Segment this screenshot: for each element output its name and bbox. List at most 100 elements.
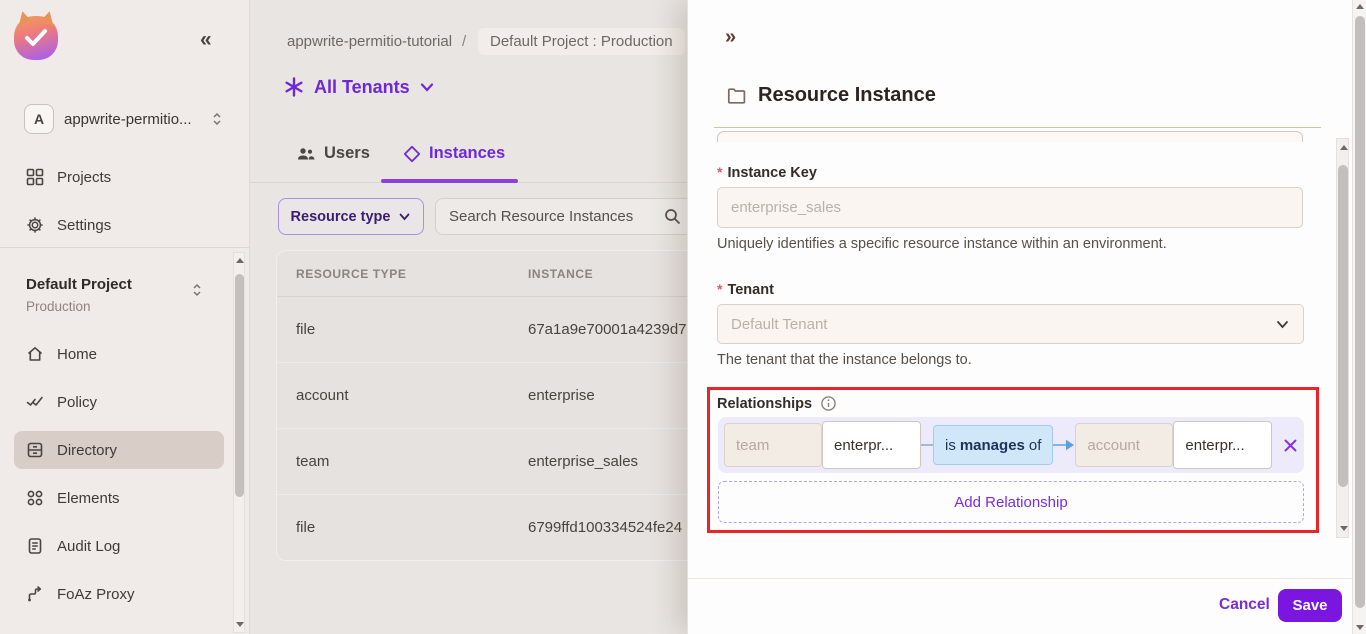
cell-resource-type: file (296, 519, 315, 536)
sidebar-item-label: Settings (57, 217, 111, 234)
tenant-select-value: Default Tenant (731, 316, 1275, 333)
relationships-label-row: Relationships (717, 395, 837, 412)
tenant-selector[interactable]: All Tenants (283, 76, 435, 98)
scroll-down-icon[interactable] (1356, 625, 1364, 630)
resource-instance-drawer: » Resource Instance * Instance Key Uniqu… (687, 0, 1352, 634)
save-button[interactable]: Save (1278, 589, 1342, 622)
sidebar-item-label: Home (57, 346, 97, 363)
instance-key-helper: Uniquely identifies a specific resource … (717, 236, 1167, 252)
chevron-down-icon (398, 210, 411, 223)
instances-diamond-icon (403, 145, 421, 163)
search-icon (663, 207, 682, 226)
sidebar-collapse-icon[interactable]: « (200, 28, 212, 52)
drawer-footer-divider (688, 578, 1353, 579)
object-type-box[interactable]: account (1075, 423, 1173, 467)
add-relationship-button[interactable]: Add Relationship (718, 481, 1304, 523)
drawer-collapse-icon[interactable]: » (725, 26, 736, 49)
cell-instance: enterprise_sales (528, 453, 638, 470)
permit-logo-icon (14, 16, 58, 60)
sidebar-item-projects[interactable]: Projects (14, 158, 224, 196)
sidebar-item-elements[interactable]: Elements (14, 479, 224, 517)
sidebar-item-label: Policy (57, 394, 97, 411)
resource-type-filter-button[interactable]: Resource type (278, 198, 424, 235)
folder-icon (727, 87, 746, 104)
sidebar-item-label: FoAz Proxy (57, 586, 135, 603)
sidebar-item-label: Directory (57, 442, 117, 459)
cell-resource-type: team (296, 453, 329, 470)
audit-log-icon (26, 537, 44, 555)
drawer-title: Resource Instance (758, 84, 936, 107)
active-tab-underline (381, 179, 518, 183)
workspace-avatar: A (24, 104, 54, 134)
chevron-down-icon (1275, 317, 1290, 332)
chevron-down-icon (419, 79, 435, 95)
relation-connector-line (921, 444, 933, 446)
relation-arrow-icon (1053, 438, 1075, 452)
tenant-selector-label: All Tenants (314, 77, 410, 98)
sidebar-divider (0, 247, 249, 248)
search-input[interactable] (435, 198, 700, 235)
tab-instances[interactable]: Instances (403, 144, 505, 163)
workspace-selector[interactable]: A appwrite-permitio... (24, 104, 224, 134)
sidebar-item-settings[interactable]: Settings (14, 206, 224, 244)
breadcrumb-org[interactable]: appwrite-permitio-tutorial (287, 33, 452, 50)
window-scrollbar-thumb[interactable] (1355, 16, 1365, 608)
remove-relationship-icon[interactable] (1283, 438, 1298, 453)
gear-icon (26, 216, 44, 234)
proxy-icon (26, 585, 44, 603)
cancel-button[interactable]: Cancel (1219, 596, 1270, 614)
cell-resource-type: file (296, 321, 315, 338)
info-icon[interactable] (820, 395, 837, 412)
home-icon (26, 345, 44, 363)
object-instance-box[interactable]: enterpr... (1173, 421, 1272, 469)
drawer-header-divider (714, 127, 1321, 128)
grid-icon (26, 168, 44, 186)
scroll-up-icon[interactable] (1356, 4, 1364, 9)
relation-suffix: of (1029, 437, 1042, 454)
environment-name: Production (26, 299, 91, 314)
policy-icon (26, 393, 44, 411)
sidebar-item-policy[interactable]: Policy (14, 383, 224, 421)
sidebar-item-home[interactable]: Home (14, 335, 224, 373)
users-icon (296, 145, 316, 163)
required-marker: * (717, 281, 722, 297)
cell-resource-type: account (296, 387, 349, 404)
relationships-label: Relationships (717, 396, 812, 412)
project-switcher-updown-icon[interactable] (190, 282, 204, 298)
sidebar-item-label: Audit Log (57, 538, 120, 555)
subject-instance-box[interactable]: enterpr... (822, 421, 921, 469)
scroll-down-icon[interactable] (1340, 526, 1348, 531)
column-header-instance: INSTANCE (528, 267, 593, 281)
instance-key-label: * Instance Key (717, 164, 817, 181)
scroll-up-icon[interactable] (236, 258, 244, 263)
project-name: Default Project (26, 276, 132, 293)
elements-icon (26, 489, 44, 507)
sidebar-scrollbar-thumb[interactable] (235, 274, 244, 497)
sidebar-item-foaz-proxy[interactable]: FoAz Proxy (14, 575, 224, 613)
tenant-label: * Tenant (717, 281, 774, 298)
relationship-row: team enterpr... is manages of account en… (718, 417, 1304, 473)
updown-icon (210, 111, 224, 127)
asterisk-icon (283, 76, 305, 98)
resource-type-filter-label: Resource type (291, 209, 391, 225)
drawer-scrollbar[interactable] (1336, 138, 1349, 538)
sidebar-item-directory[interactable]: Directory (14, 431, 224, 469)
scroll-up-icon[interactable] (1340, 145, 1348, 150)
tenant-select[interactable]: Default Tenant (717, 304, 1304, 344)
tab-users[interactable]: Users (296, 144, 370, 163)
instance-key-input[interactable] (717, 187, 1303, 228)
sidebar-scrollbar[interactable] (233, 252, 245, 633)
window-scrollbar[interactable] (1352, 0, 1366, 634)
breadcrumb-project-env[interactable]: Default Project : Production (478, 28, 685, 55)
column-header-resource-type: RESOURCE TYPE (296, 267, 407, 281)
sidebar-item-label: Elements (57, 490, 120, 507)
search-resource-instances (435, 198, 700, 235)
scroll-down-icon[interactable] (236, 622, 244, 627)
subject-type-box[interactable]: team (724, 423, 822, 467)
sidebar-item-audit-log[interactable]: Audit Log (14, 527, 224, 565)
relation-name: manages (960, 437, 1025, 454)
cell-instance: 67a1a9e70001a4239d71 (528, 321, 695, 338)
sidebar-item-label: Projects (57, 169, 111, 186)
relation-chip[interactable]: is manages of (933, 425, 1053, 465)
drawer-scrollbar-thumb[interactable] (1338, 165, 1348, 487)
